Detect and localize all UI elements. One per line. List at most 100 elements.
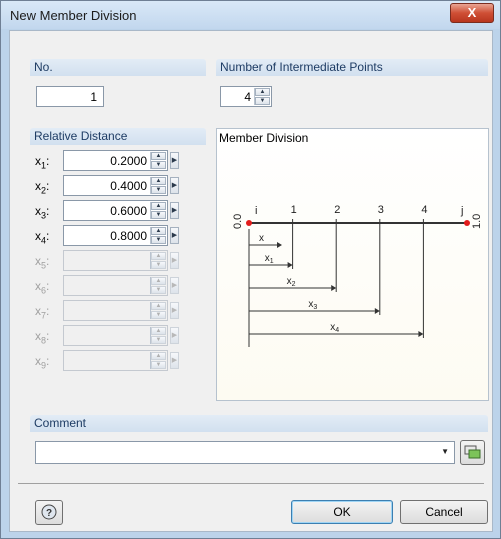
- comment-input[interactable]: ▼: [35, 441, 455, 464]
- x4-detail-button[interactable]: ▶: [170, 227, 179, 244]
- node-i: [246, 220, 252, 226]
- point-label-2: 2: [334, 204, 340, 216]
- x2-value: 0.4000: [110, 179, 147, 193]
- spinner: ▲ ▼: [150, 327, 166, 344]
- spinner: ▲ ▼: [150, 352, 166, 369]
- spin-up-icon[interactable]: ▲: [255, 88, 270, 96]
- spin-up-icon[interactable]: ▲: [151, 277, 166, 285]
- dimension-label-4: x4: [330, 322, 339, 334]
- spin-up-icon[interactable]: ▲: [151, 352, 166, 360]
- x-axis-label: x: [259, 233, 264, 244]
- help-icon: ?: [41, 504, 57, 520]
- x1-detail-button[interactable]: ▶: [170, 152, 179, 169]
- x8-field: ▲ ▼: [63, 325, 168, 346]
- no-field[interactable]: 1: [36, 86, 104, 107]
- x7-label: x7:: [35, 304, 50, 321]
- spin-down-icon[interactable]: ▼: [151, 336, 166, 344]
- x8-label: x8:: [35, 329, 50, 346]
- x5-detail-button: ▶: [170, 252, 179, 269]
- ok-label: OK: [333, 505, 351, 519]
- dialog-window: New Member Division X No. 1 Number of In…: [0, 0, 501, 539]
- x3-value: 0.6000: [110, 204, 147, 218]
- x7-field: ▲ ▼: [63, 300, 168, 321]
- spin-up-icon[interactable]: ▲: [151, 252, 166, 260]
- spin-down-icon[interactable]: ▼: [151, 186, 166, 194]
- dimension-sub-1: 1: [270, 258, 274, 265]
- x5-label: x5:: [35, 254, 50, 271]
- spin-down-icon[interactable]: ▼: [151, 261, 166, 269]
- spinner: ▲ ▼: [150, 202, 166, 219]
- spin-down-icon[interactable]: ▼: [151, 361, 166, 369]
- spinner: ▲ ▼: [150, 152, 166, 169]
- dimension-sub-2: 2: [292, 281, 296, 288]
- x2-field[interactable]: 0.4000 ▲ ▼: [63, 175, 168, 196]
- dialog-title: New Member Division: [10, 8, 137, 23]
- member-diagram: i j 0.0 1.0 1 2 3 4 xx1 x2 x3 x4: [232, 204, 483, 347]
- spin-down-icon[interactable]: ▼: [151, 211, 166, 219]
- svg-text:?: ?: [46, 508, 52, 519]
- x9-detail-button: ▶: [170, 352, 179, 369]
- intermediate-points-spinner[interactable]: 4 ▲ ▼: [220, 86, 272, 107]
- spin-down-icon[interactable]: ▼: [151, 161, 166, 169]
- comment-label: Comment: [34, 416, 87, 430]
- dimension-arrowhead-1: [287, 262, 293, 268]
- spinner: ▲ ▼: [150, 277, 166, 294]
- x2-detail-button[interactable]: ▶: [170, 177, 179, 194]
- x1-field[interactable]: 0.2000 ▲ ▼: [63, 150, 168, 171]
- spin-up-icon[interactable]: ▲: [151, 227, 166, 235]
- ok-button[interactable]: OK: [291, 500, 393, 524]
- relative-distance-label: Relative Distance: [34, 129, 128, 143]
- cancel-label: Cancel: [425, 505, 463, 519]
- node-j: [464, 220, 470, 226]
- comment-library-button[interactable]: [460, 440, 485, 465]
- x9-field: ▲ ▼: [63, 350, 168, 371]
- no-value: 1: [90, 90, 97, 104]
- dimension-sub-3: 3: [313, 304, 317, 311]
- dimension-lines: 1 2 3 4 xx1 x2 x3 x4: [248, 204, 428, 347]
- end-j-value: 1.0: [471, 214, 483, 229]
- spin-down-icon[interactable]: ▼: [255, 97, 270, 105]
- spin-down-icon[interactable]: ▼: [151, 311, 166, 319]
- dialog-body: No. 1 Number of Intermediate Points 4 ▲ …: [9, 30, 493, 532]
- x3-detail-button[interactable]: ▶: [170, 202, 179, 219]
- spinner: ▲ ▼: [254, 88, 270, 105]
- x4-label: x4:: [35, 229, 50, 246]
- x6-label: x6:: [35, 279, 50, 296]
- comment-header: Comment: [30, 415, 488, 432]
- spin-up-icon[interactable]: ▲: [151, 177, 166, 185]
- intermediate-label: Number of Intermediate Points: [220, 60, 383, 74]
- x6-field: ▲ ▼: [63, 275, 168, 296]
- end-i-value: 0.0: [232, 214, 244, 229]
- x-axis-arrowhead: [277, 242, 282, 248]
- node-i-label: i: [255, 205, 257, 217]
- x3-field[interactable]: 0.6000 ▲ ▼: [63, 200, 168, 221]
- member-division-preview: Member Division i j 0.0 1.0 1 2 3 4 x x1 x2 x3 x…: [216, 128, 489, 401]
- chevron-down-icon[interactable]: ▼: [441, 447, 449, 456]
- no-group-header: No.: [30, 59, 206, 76]
- node-j-label: j: [460, 205, 463, 217]
- help-button[interactable]: ?: [35, 500, 63, 525]
- intermediate-group-header: Number of Intermediate Points: [216, 59, 488, 76]
- relative-distance-header: Relative Distance: [30, 128, 206, 145]
- dimension-arrowhead-4: [418, 331, 424, 337]
- x4-field[interactable]: 0.8000 ▲ ▼: [63, 225, 168, 246]
- spinner: ▲ ▼: [150, 302, 166, 319]
- spin-down-icon[interactable]: ▼: [151, 286, 166, 294]
- x7-detail-button: ▶: [170, 302, 179, 319]
- comment-library-icon: [464, 445, 481, 459]
- dimension-sub-4: 4: [335, 327, 339, 334]
- cancel-button[interactable]: Cancel: [400, 500, 488, 524]
- spinner: ▲ ▼: [150, 252, 166, 269]
- spinner: ▲ ▼: [150, 177, 166, 194]
- spin-up-icon[interactable]: ▲: [151, 152, 166, 160]
- x3-label: x3:: [35, 204, 50, 221]
- spin-down-icon[interactable]: ▼: [151, 236, 166, 244]
- intermediate-value: 4: [244, 90, 251, 104]
- x8-detail-button: ▶: [170, 327, 179, 344]
- spin-up-icon[interactable]: ▲: [151, 327, 166, 335]
- spin-up-icon[interactable]: ▲: [151, 202, 166, 210]
- close-button[interactable]: X: [450, 3, 494, 23]
- x2-label: x2:: [35, 179, 50, 196]
- spin-up-icon[interactable]: ▲: [151, 302, 166, 310]
- dimension-label-1: x1: [265, 253, 274, 265]
